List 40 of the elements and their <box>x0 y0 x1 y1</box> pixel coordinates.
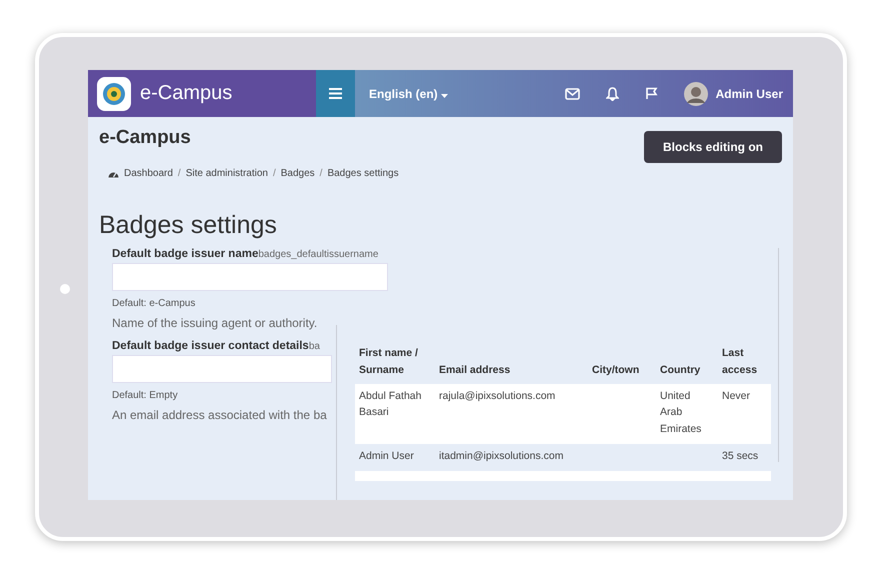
menu-icon <box>329 88 342 99</box>
breadcrumb-link[interactable]: Badges <box>280 168 315 179</box>
setting-description: Name of the issuing agent or authority. <box>112 316 318 330</box>
page-title: e-Campus <box>99 127 191 149</box>
setting-description: An email address associated with the ba <box>112 408 327 422</box>
table-cell: 35 secs <box>722 450 758 462</box>
breadcrumb-link[interactable]: Dashboard <box>124 168 173 179</box>
bell-icon[interactable] <box>606 86 619 100</box>
table-cell: United Arab Emirates <box>660 390 702 436</box>
column-header[interactable]: City/town <box>588 345 656 384</box>
setting-label: Default badge issuer namebadges_defaultissuername <box>112 248 378 260</box>
user-name[interactable]: Admin User <box>716 86 783 100</box>
menu-button[interactable] <box>316 70 355 117</box>
input-field[interactable] <box>112 263 388 291</box>
caret-icon <box>441 94 448 98</box>
input-field[interactable] <box>112 355 332 383</box>
default-value: Default: e-Campus <box>112 298 196 309</box>
column-header[interactable]: Last access <box>718 345 771 384</box>
column-header[interactable]: Email address <box>435 345 588 384</box>
flag-icon[interactable] <box>644 87 658 100</box>
setting-label: Default badge issuer contact detailsba <box>112 340 320 352</box>
breadcrumb-link[interactable]: Site administration <box>186 168 268 179</box>
site-name[interactable]: e-Campus <box>140 82 232 105</box>
table-cell: Abdul Fathah Basari <box>359 390 422 418</box>
table-cell: rajula@ipixsolutions.com <box>439 390 556 402</box>
table-cell: Never <box>722 390 750 402</box>
breadcrumb-separator: / <box>272 168 276 179</box>
logo-icon <box>97 76 131 110</box>
table-cell: itadmin@ipixsolutions.com <box>439 450 564 462</box>
language-menu[interactable]: English (en) <box>369 86 448 100</box>
column-header[interactable]: First name / Surname <box>355 345 435 384</box>
blocks-editing-button[interactable]: Blocks editing on <box>644 131 782 163</box>
default-value: Default: Empty <box>112 390 178 401</box>
avatar-icon[interactable] <box>684 82 708 106</box>
section-heading: Badges settings <box>99 211 278 240</box>
column-header[interactable]: Country <box>656 345 718 384</box>
mail-icon[interactable] <box>564 88 580 100</box>
breadcrumb-separator: / <box>178 168 181 179</box>
breadcrumb-separator: / <box>320 168 322 179</box>
table-cell: Admin User <box>359 450 414 462</box>
